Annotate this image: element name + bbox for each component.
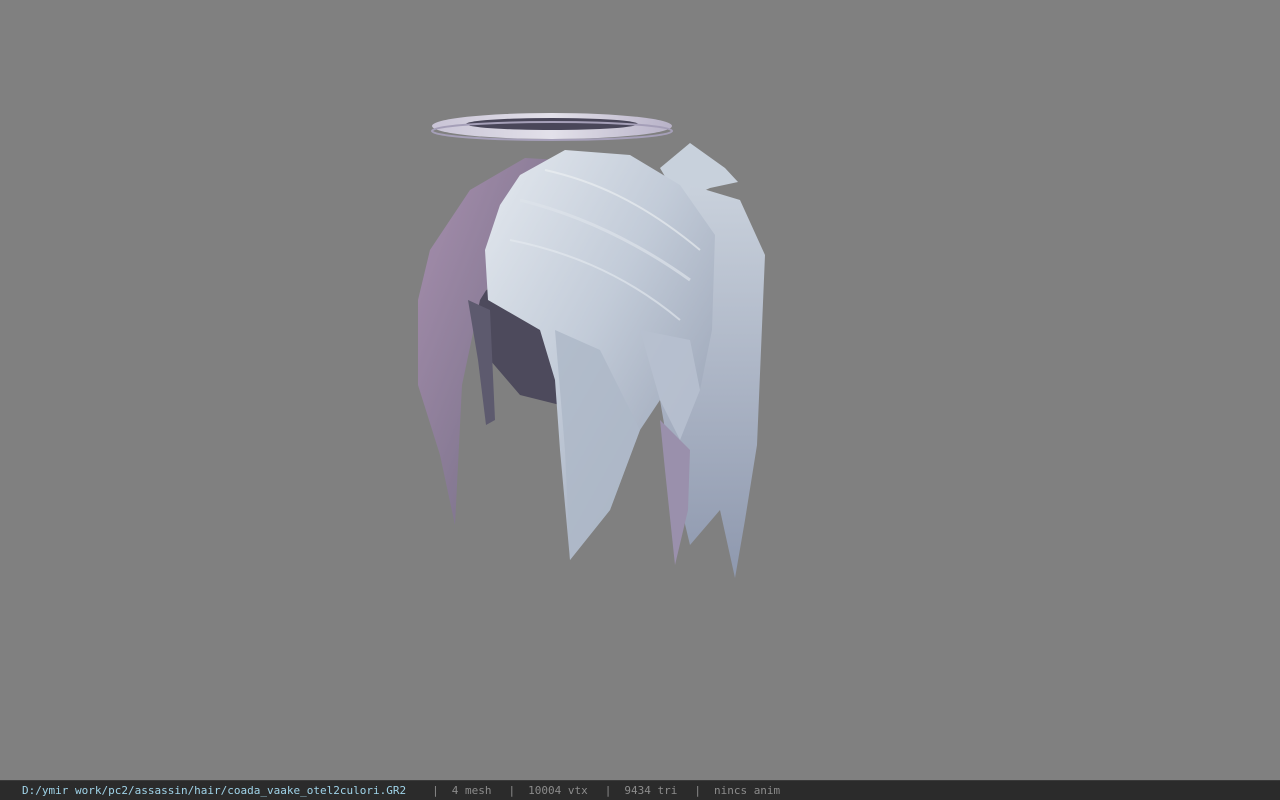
hair-mesh [418, 143, 765, 578]
mesh-count: 4 mesh [451, 784, 492, 797]
status-separator: | [604, 784, 612, 797]
halo-ring [431, 113, 673, 141]
status-separator: | [694, 784, 701, 797]
hair-model-render [418, 113, 765, 578]
status-separator: | [508, 784, 516, 797]
vertex-count: 10004 vtx [528, 784, 588, 797]
model-viewport[interactable] [0, 0, 1280, 780]
animation-status: nincs anim [713, 784, 781, 797]
triangle-count: 9434 tri [624, 784, 678, 797]
status-bar: D:/ymir work/pc2/assassin/hair/coada_vaa… [0, 780, 1280, 800]
status-separator: | [432, 784, 439, 797]
model-file-path: D:/ymir work/pc2/assassin/hair/coada_vaa… [22, 784, 407, 797]
